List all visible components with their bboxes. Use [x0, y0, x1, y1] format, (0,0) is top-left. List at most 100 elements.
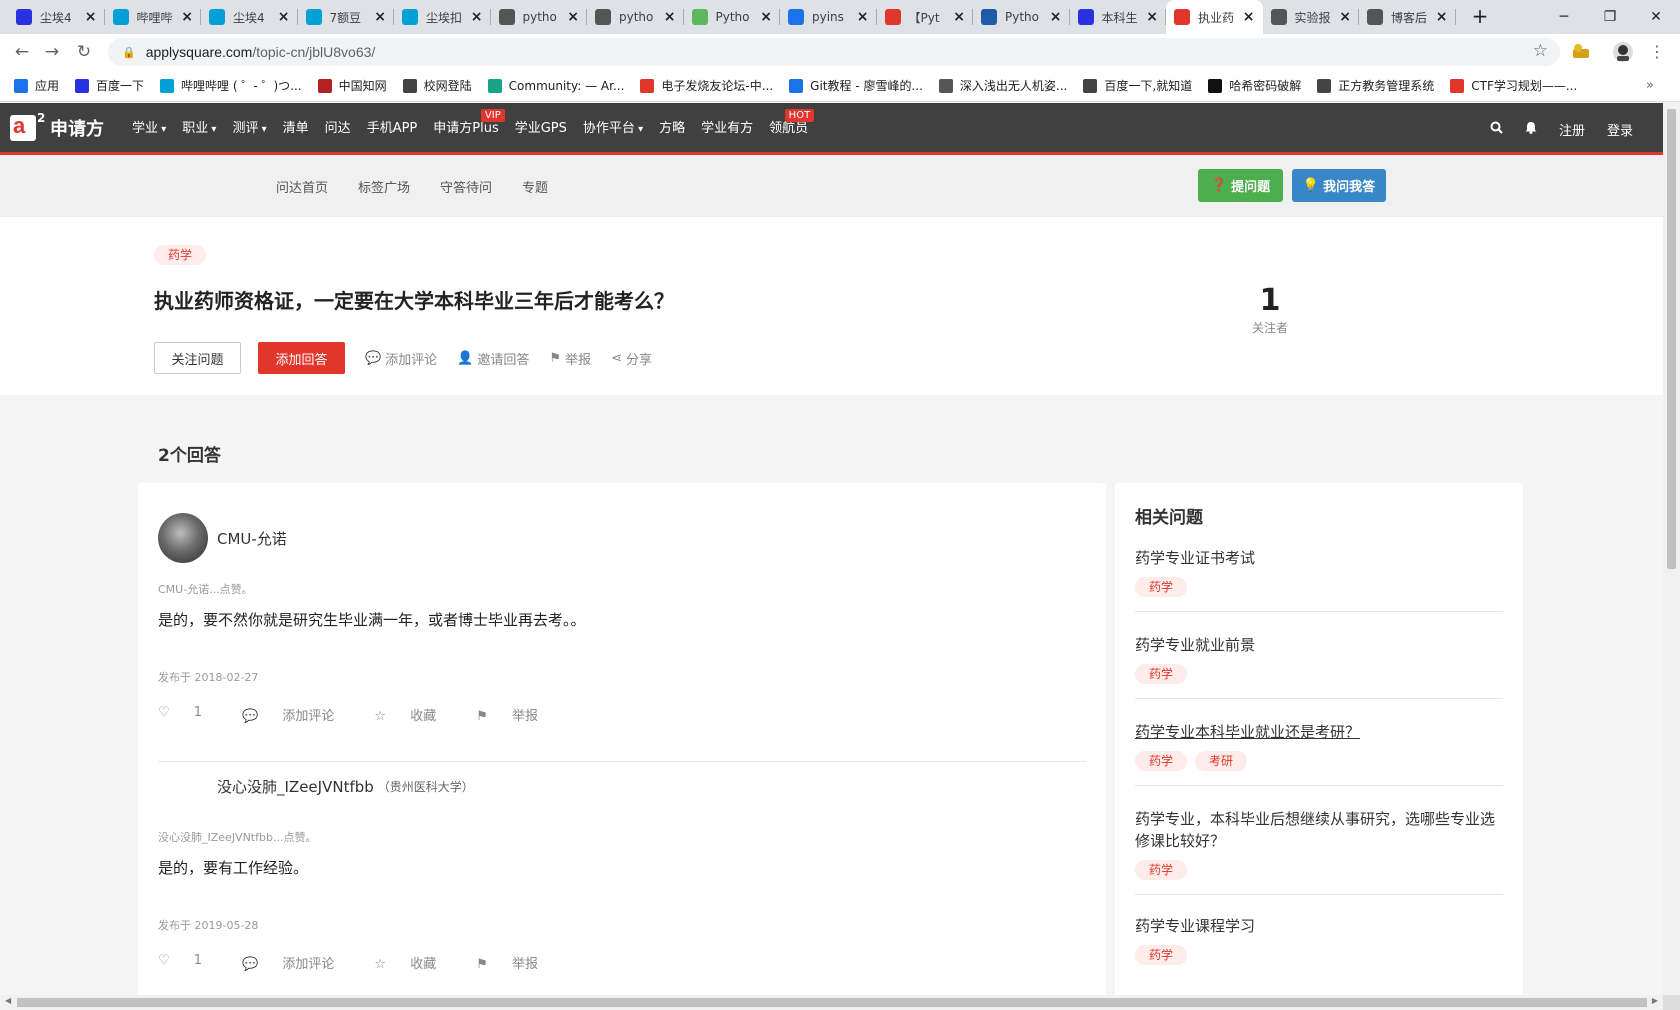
vertical-scroll-thumb[interactable] [1667, 109, 1676, 569]
minimize-button[interactable]: ─ [1541, 0, 1587, 34]
bookmark-item[interactable]: 应用 [14, 77, 59, 94]
address-bar[interactable]: 🔒 applysquare.com/topic-cn/jblU8vo63/ ☆ [108, 38, 1560, 66]
forward-arrow-icon[interactable]: → [40, 40, 64, 64]
login-link[interactable]: 登录 [1607, 120, 1633, 139]
back-arrow-icon[interactable]: ← [10, 40, 34, 64]
close-icon[interactable]: × [664, 9, 676, 25]
close-icon[interactable]: × [374, 9, 386, 25]
nav-item[interactable]: 学业 ▾ [132, 103, 166, 155]
bookmark-item[interactable]: 百度一下 [75, 77, 144, 94]
browser-tab[interactable]: 执业药 × [1166, 0, 1263, 34]
scroll-right-arrow-icon[interactable]: ▶ [1652, 996, 1658, 1005]
close-icon[interactable]: × [1243, 9, 1255, 25]
browser-tab[interactable]: pyins × [780, 0, 877, 34]
bookmark-item[interactable]: 哈希密码破解 [1208, 77, 1301, 94]
browser-tab[interactable]: 本科生 × [1070, 0, 1167, 34]
close-icon[interactable]: × [85, 9, 97, 25]
subnav-link[interactable]: 专题 [522, 177, 548, 196]
related-question-item[interactable]: 药学专业本科毕业就业还是考研？ 药学 考研 [1135, 721, 1503, 786]
answer-question-button[interactable]: 💡 我问我答 [1292, 169, 1386, 202]
nav-item[interactable]: 申请方Plus VIP [433, 103, 505, 155]
author-name[interactable]: CMU-允诺 [217, 528, 287, 549]
bookmark-item[interactable]: 深入浅出无人机姿... [938, 77, 1067, 94]
close-icon[interactable]: × [760, 9, 772, 25]
bookmark-star-icon[interactable]: ☆ [1533, 41, 1548, 61]
close-icon[interactable]: × [278, 9, 290, 25]
browser-tab[interactable]: pytho × [491, 0, 588, 34]
nav-item[interactable]: 测评 ▾ [232, 103, 266, 155]
new-tab-button[interactable]: + [1468, 5, 1492, 29]
nav-item[interactable]: 协作平台 ▾ [583, 103, 643, 155]
browser-tab[interactable]: Pytho × [973, 0, 1070, 34]
site-logo[interactable]: 2 申请方 [10, 111, 104, 141]
bookmark-item[interactable]: 百度一下,就知道 [1083, 77, 1192, 94]
close-icon[interactable]: × [471, 9, 483, 25]
close-icon[interactable]: × [567, 9, 579, 25]
nav-item[interactable]: 清单 [283, 103, 309, 155]
related-question-item[interactable]: 药学专业证书考试 药学 [1135, 547, 1503, 612]
subnav-link[interactable]: 标签广场 [358, 177, 410, 196]
bookmark-item[interactable]: 哔哩哔哩 ( ゜- ゜)つ... [160, 77, 302, 94]
search-icon[interactable] [1490, 121, 1503, 138]
related-question-link[interactable]: 药学专业本科毕业就业还是考研？ [1135, 721, 1503, 743]
bookmark-item[interactable]: 中国知网 [317, 77, 387, 94]
browser-tab[interactable]: 实验报 × [1263, 0, 1360, 34]
report-button[interactable]: ⚑ 举报 [476, 705, 558, 724]
related-tag[interactable]: 药学 [1135, 860, 1188, 880]
close-icon[interactable]: × [857, 9, 869, 25]
scroll-left-arrow-icon[interactable]: ◀ [5, 996, 11, 1005]
bookmark-item[interactable]: Community: — Ar... [487, 78, 624, 93]
related-question-item[interactable]: 药学专业就业前景 药学 [1135, 634, 1503, 699]
reload-icon[interactable]: ↻ [72, 40, 96, 64]
nav-item[interactable]: 领航员 HOT [769, 103, 815, 155]
bookmark-item[interactable]: CTF学习规划——... [1450, 77, 1577, 94]
subnav-link[interactable]: 守答待问 [440, 177, 492, 196]
like-button[interactable]: ♡ 1 [158, 953, 222, 972]
close-icon[interactable]: × [953, 9, 965, 25]
like-button[interactable]: ♡ 1 [158, 705, 222, 724]
invite-answer-link[interactable]: 👤 邀请回答 [457, 349, 529, 368]
vertical-scrollbar[interactable] [1663, 103, 1680, 995]
register-link[interactable]: 注册 [1559, 120, 1585, 139]
related-tag[interactable]: 药学 [1135, 664, 1188, 684]
browser-tab[interactable]: 哔哩哔 × [105, 0, 202, 34]
answer-author[interactable]: 没心没肺_IZeeJVNtfbb （贵州医科大学） [158, 761, 474, 811]
horizontal-scrollbar[interactable]: ◀ ▶ [0, 995, 1663, 1010]
related-question-item[interactable]: 药学专业课程学习 药学 [1135, 915, 1503, 979]
related-question-link[interactable]: 药学专业，本科毕业后想继续从事研究，选哪些专业选修课比较好？ [1135, 808, 1503, 852]
nav-item[interactable]: 方略 [659, 103, 685, 155]
related-tag[interactable]: 考研 [1195, 751, 1248, 771]
avatar[interactable] [158, 513, 208, 563]
related-question-link[interactable]: 药学专业就业前景 [1135, 634, 1503, 656]
author-name[interactable]: 没心没肺_IZeeJVNtfbb [217, 776, 374, 797]
browser-tab[interactable]: 尘埃4 × [8, 0, 105, 34]
nav-item[interactable]: 问达 [325, 103, 351, 158]
menu-kebab-icon[interactable]: ⋮ [1646, 41, 1668, 63]
add-answer-button[interactable]: 添加回答 [258, 342, 345, 374]
favorite-button[interactable]: ☆ 收藏 [374, 953, 456, 972]
nav-item[interactable]: 职业 ▾ [182, 103, 216, 155]
browser-tab[interactable]: pytho × [587, 0, 684, 34]
related-question-link[interactable]: 药学专业课程学习 [1135, 915, 1503, 937]
nav-item[interactable]: 学业GPS [515, 103, 567, 155]
related-tag[interactable]: 药学 [1135, 751, 1188, 771]
report-button[interactable]: ⚑ 举报 [476, 953, 558, 972]
profile-avatar-icon[interactable] [1612, 41, 1634, 63]
report-link[interactable]: ⚑ 举报 [549, 349, 591, 368]
close-icon[interactable]: × [1436, 9, 1448, 25]
restore-button[interactable]: ❐ [1587, 0, 1633, 34]
related-question-link[interactable]: 药学专业证书考试 [1135, 547, 1503, 569]
avatar[interactable] [158, 761, 208, 811]
bookmarks-overflow-button[interactable]: » [1646, 78, 1654, 93]
related-tag[interactable]: 药学 [1135, 945, 1188, 965]
browser-tab[interactable]: 7额豆 × [298, 0, 395, 34]
add-comment-button[interactable]: 💬 添加评论 [242, 705, 354, 724]
bookmark-item[interactable]: 校网登陆 [402, 77, 472, 94]
question-tag[interactable]: 药学 [154, 245, 207, 265]
close-icon[interactable]: × [1146, 9, 1158, 25]
add-comment-link[interactable]: 💬 添加评论 [365, 349, 437, 368]
add-comment-button[interactable]: 💬 添加评论 [242, 953, 354, 972]
favorite-button[interactable]: ☆ 收藏 [374, 705, 456, 724]
browser-tab[interactable]: 博客后 × [1359, 0, 1456, 34]
browser-tab[interactable]: 尘埃4 × [201, 0, 298, 34]
